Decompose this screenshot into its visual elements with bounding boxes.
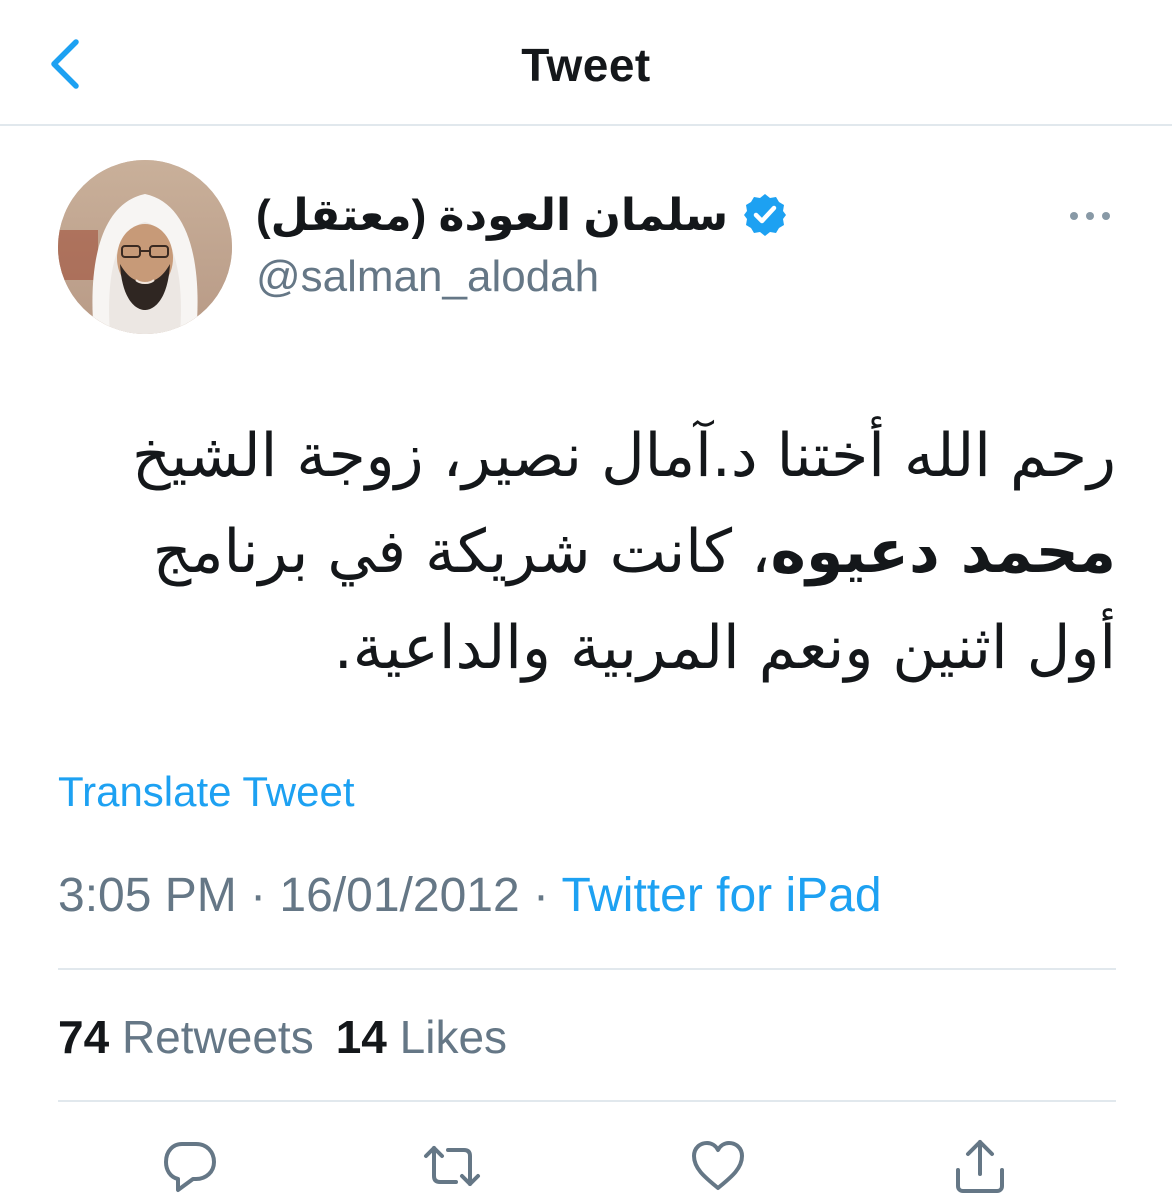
more-options-button[interactable]	[1064, 196, 1116, 236]
share-icon	[956, 1140, 1004, 1193]
share-button[interactable]	[950, 1136, 1010, 1196]
tweet-date: 16/01/2012	[279, 869, 520, 922]
avatar-image	[58, 160, 232, 334]
retweet-button[interactable]	[422, 1136, 482, 1196]
avatar[interactable]	[58, 160, 232, 334]
tweet-text-line: أول اثنين ونعم المربية والداعية.	[333, 613, 1116, 683]
divider	[58, 1100, 1116, 1102]
retweets-label: Retweets	[121, 1011, 314, 1063]
author-name-row[interactable]: سلمان العودة (معتقل)	[256, 182, 816, 248]
meta-separator: ·	[236, 869, 280, 922]
tweet-text-segment: ، كانت شريكة في برنامج	[152, 517, 771, 587]
divider	[58, 968, 1116, 970]
tweet-meta: 3:05 PM · 16/01/2012 · Twitter for iPad	[58, 868, 882, 923]
top-navigation-bar: Tweet	[0, 0, 1172, 126]
meta-separator: ·	[519, 869, 562, 922]
like-icon	[692, 1141, 744, 1190]
tweet-text-bold-name: محمد دعيوه	[770, 517, 1116, 587]
translate-tweet-link[interactable]: Translate Tweet	[58, 768, 354, 816]
tweet-stats: 74 Retweets 14 Likes	[58, 1010, 507, 1064]
retweet-icon	[424, 1146, 480, 1186]
likes-stat[interactable]: 14 Likes	[336, 1011, 507, 1063]
tweet-text-line: محمد دعيوه، كانت شريكة في برنامج	[100, 504, 1116, 600]
page-title: Tweet	[521, 39, 651, 91]
author-handle[interactable]: @salman_alodah	[256, 252, 599, 302]
retweets-count: 74	[58, 1011, 110, 1063]
reply-button[interactable]	[160, 1136, 220, 1196]
likes-label: Likes	[399, 1011, 508, 1063]
reply-icon	[164, 1142, 216, 1192]
tweet-source-link[interactable]: Twitter for iPad	[561, 869, 881, 922]
tweet-time: 3:05 PM	[58, 869, 237, 922]
tweet-text: رحم الله أختنا د.آمال نصير، زوجة الشيخ م…	[100, 408, 1116, 696]
more-horizontal-icon	[1070, 212, 1110, 220]
verified-badge-icon	[744, 194, 787, 236]
like-button[interactable]	[688, 1136, 748, 1196]
tweet-text-line: رحم الله أختنا د.آمال نصير، زوجة الشيخ	[132, 421, 1116, 491]
likes-count: 14	[335, 1011, 387, 1063]
author-display-name: سلمان العودة (معتقل)	[256, 190, 729, 240]
retweets-stat[interactable]: 74 Retweets	[58, 1011, 314, 1063]
